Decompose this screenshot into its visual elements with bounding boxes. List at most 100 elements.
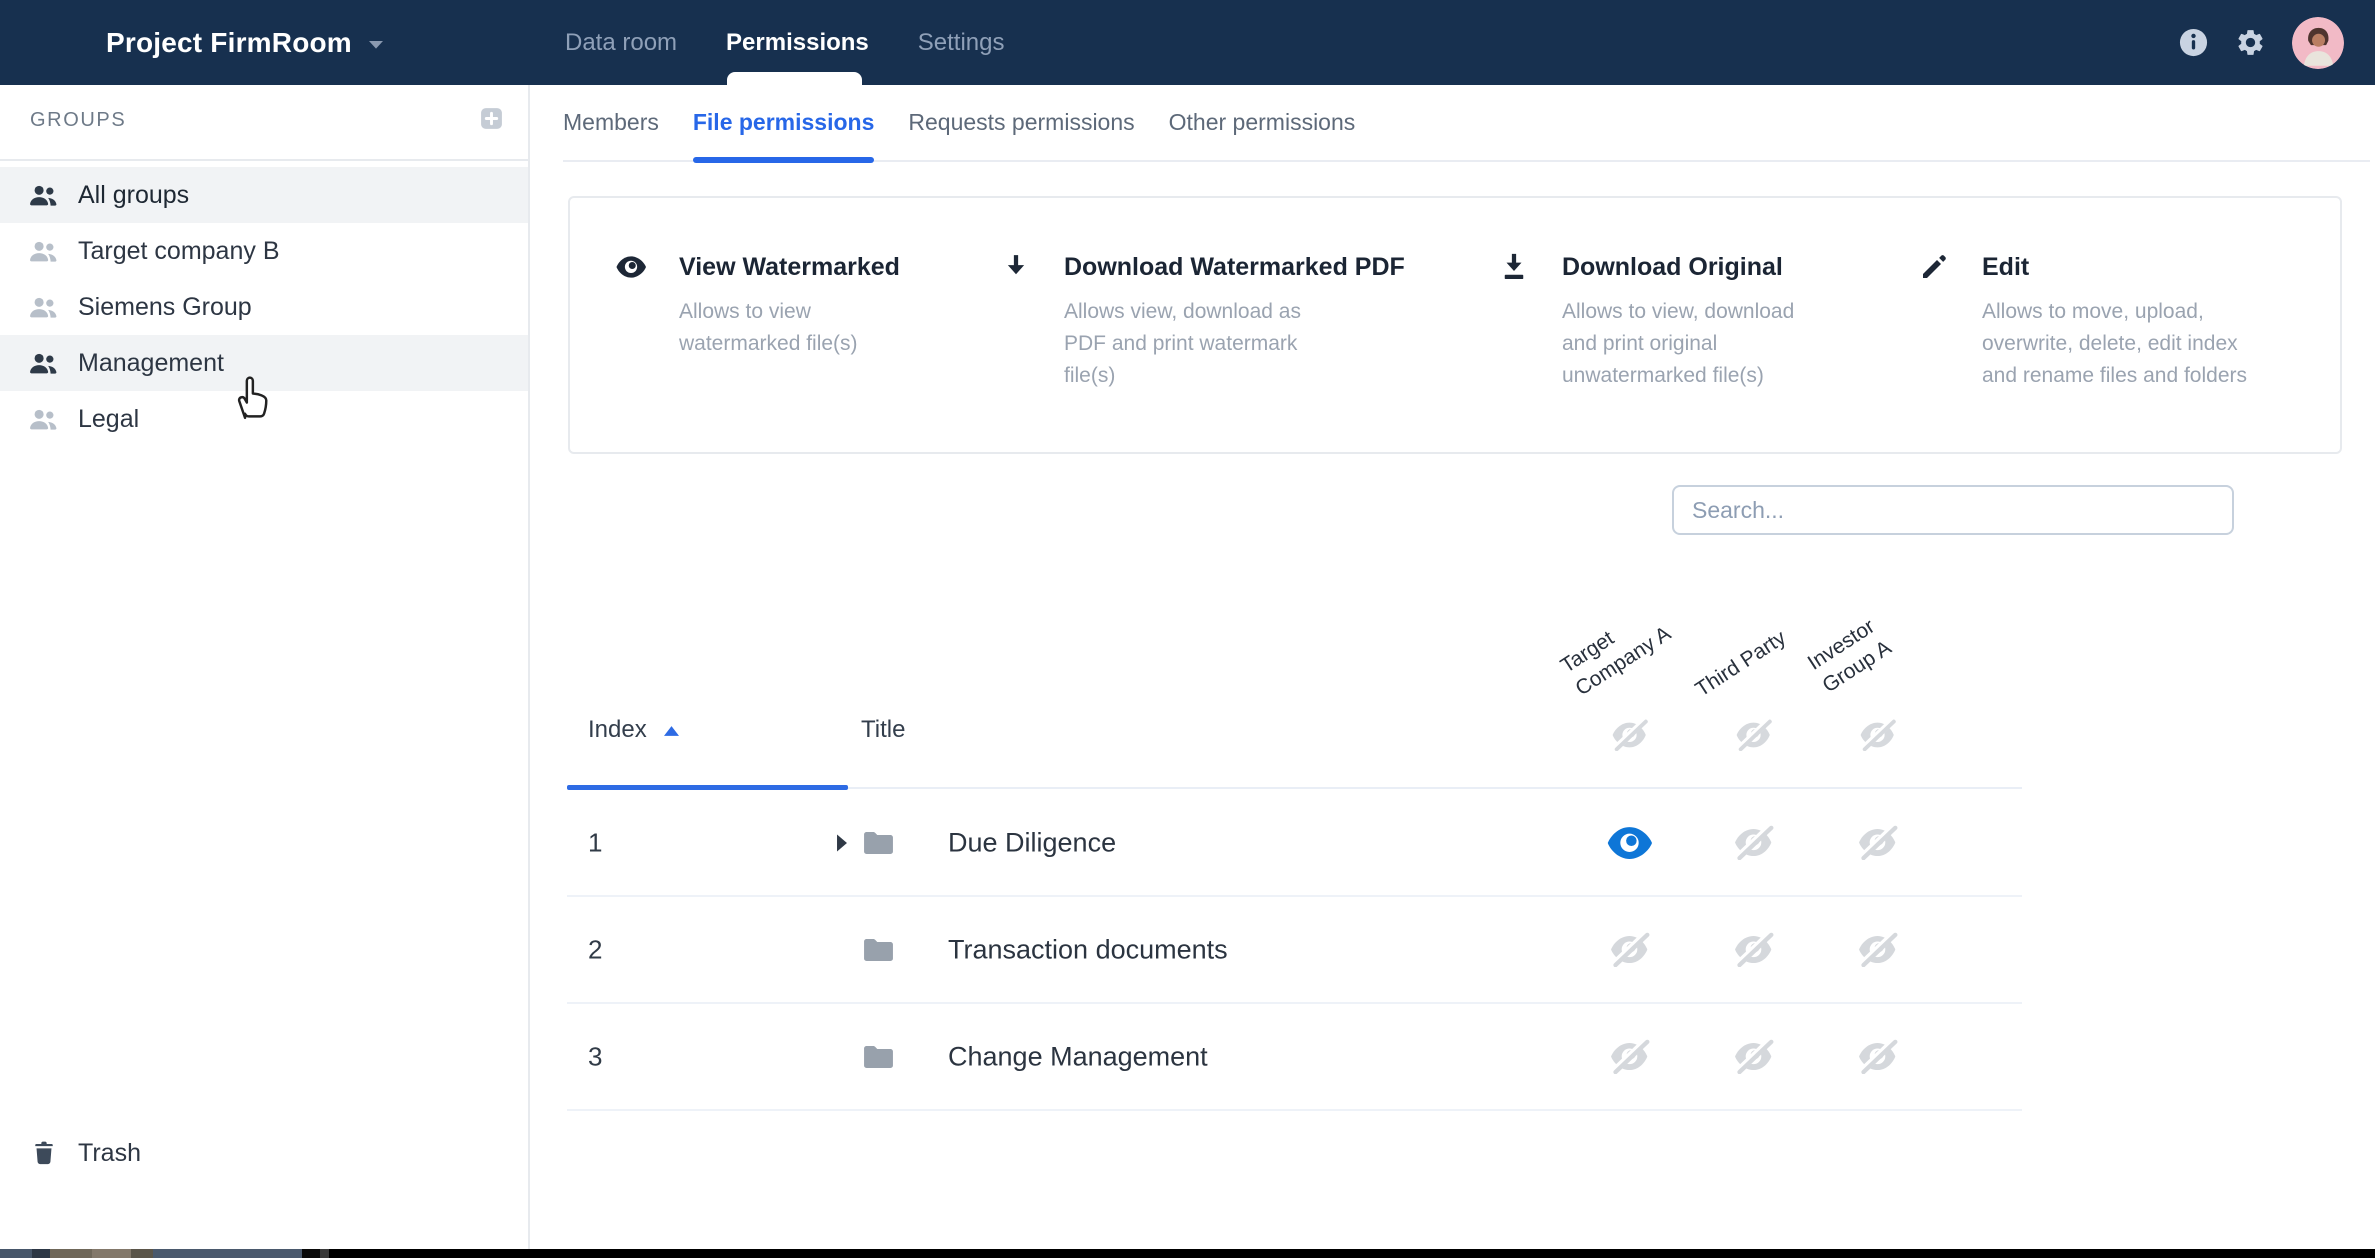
legend-title: Download Watermarked PDF <box>1064 250 1405 284</box>
topbar: Project FirmRoom Data room Permissions S… <box>0 0 2375 85</box>
tab-settings[interactable]: Settings <box>918 29 1005 57</box>
tab-data-room[interactable]: Data room <box>565 29 677 57</box>
people-icon <box>28 294 59 320</box>
legend-download-original: Download Original Allows to view, downlo… <box>1499 250 1919 452</box>
legend-description: Allows to view, download and print origi… <box>1562 296 1820 392</box>
sidebar-item-management[interactable]: Management <box>0 335 528 391</box>
add-group-button[interactable] <box>479 106 504 131</box>
search-input[interactable] <box>1672 485 2234 535</box>
row-index: 3 <box>588 1041 602 1072</box>
group-label: Siemens Group <box>78 293 252 322</box>
subtab-other-permissions[interactable]: Other permissions <box>1169 84 1356 161</box>
trash-icon <box>30 1138 58 1168</box>
group-label: Target company B <box>78 237 280 266</box>
folder-icon <box>862 1043 895 1071</box>
avatar[interactable] <box>2292 17 2344 69</box>
info-icon[interactable] <box>2178 27 2209 58</box>
permission-toggle-hidden[interactable] <box>1691 790 1815 895</box>
bottom-window-edge <box>0 1249 2375 1258</box>
legend-description: Allows to move, upload, overwrite, delet… <box>1982 296 2276 392</box>
eye-off-icon <box>1732 1039 1775 1074</box>
subtab-requests-permissions[interactable]: Requests permissions <box>908 84 1134 161</box>
permission-toggle-hidden[interactable] <box>1691 897 1815 1002</box>
topbar-actions <box>2178 0 2344 85</box>
eye-off-icon <box>1856 1039 1899 1074</box>
sidebar: GROUPS All groups Target company B Sieme… <box>0 85 530 1249</box>
table-row: 2 Transaction documents <box>567 897 2022 1004</box>
chevron-down-icon <box>369 40 383 49</box>
people-icon <box>28 406 59 432</box>
sidebar-item-all-groups[interactable]: All groups <box>0 167 528 223</box>
legend-description: Allows to view watermarked file(s) <box>679 296 897 360</box>
subtab-members[interactable]: Members <box>563 84 659 161</box>
app-window: Project FirmRoom Data room Permissions S… <box>0 0 2375 1258</box>
permission-toggle-view[interactable] <box>1567 790 1691 895</box>
table-row: 1 Due Diligence <box>567 790 2022 897</box>
header-divider <box>848 787 2022 789</box>
eye-off-icon <box>1732 932 1775 967</box>
groups-header: GROUPS <box>0 85 528 161</box>
group-column-investor-group-a: Investor Group A <box>1803 612 1897 699</box>
eye-off-icon <box>1856 932 1899 967</box>
groups-section-label: GROUPS <box>30 109 126 132</box>
eye-off-icon <box>1608 1039 1651 1074</box>
row-index: 1 <box>588 827 602 858</box>
pencil-icon <box>1919 252 1949 282</box>
project-title: Project FirmRoom <box>106 27 352 59</box>
search-box <box>1672 485 2234 535</box>
legend-title: View Watermarked <box>679 250 900 284</box>
eye-icon <box>616 252 646 282</box>
permission-toggle-hidden[interactable] <box>1815 790 1939 895</box>
folder-icon <box>862 936 895 964</box>
trash-label: Trash <box>78 1139 141 1168</box>
download-arrow-icon <box>1001 252 1031 282</box>
people-icon <box>28 350 59 376</box>
expand-caret-icon[interactable] <box>836 834 848 851</box>
eye-off-icon <box>1732 825 1775 860</box>
eye-off-icon <box>1608 932 1651 967</box>
permission-toggle-hidden[interactable] <box>1567 897 1691 1002</box>
avatar-image <box>2292 17 2344 69</box>
row-title[interactable]: Transaction documents <box>948 934 1228 965</box>
sort-ascending-icon <box>664 726 679 736</box>
gear-icon[interactable] <box>2235 27 2266 58</box>
folder-icon <box>862 829 895 857</box>
file-permissions-table: Index Title 1 Due Diligence 2 Transactio… <box>567 690 2022 1111</box>
sidebar-item-siemens-group[interactable]: Siemens Group <box>0 279 528 335</box>
row-title[interactable]: Change Management <box>948 1041 1208 1072</box>
eye-view-icon <box>1607 826 1652 860</box>
legend-edit: Edit Allows to move, upload, overwrite, … <box>1919 250 2344 452</box>
sidebar-item-target-company-b[interactable]: Target company B <box>0 223 528 279</box>
permission-toggle-hidden[interactable] <box>1567 1004 1691 1109</box>
permission-toggle-hidden[interactable] <box>1815 1004 1939 1109</box>
row-index: 2 <box>588 934 602 965</box>
people-icon <box>28 238 59 264</box>
permissions-subtabs: Members File permissions Requests permis… <box>563 85 2370 162</box>
group-list: All groups Target company B Siemens Grou… <box>0 167 528 447</box>
table-header: Index Title <box>567 690 2022 790</box>
legend-title: Download Original <box>1562 250 1820 284</box>
sidebar-item-trash[interactable]: Trash <box>0 1125 528 1181</box>
sidebar-item-legal[interactable]: Legal <box>0 391 528 447</box>
subtab-file-permissions[interactable]: File permissions <box>693 84 875 161</box>
index-header-label: Index <box>588 716 647 744</box>
permission-toggle-hidden[interactable] <box>1815 897 1939 1002</box>
project-switcher[interactable]: Project FirmRoom <box>106 0 383 85</box>
permission-toggle-hidden[interactable] <box>1691 1004 1815 1109</box>
permissions-legend-card: View Watermarked Allows to view watermar… <box>568 196 2342 454</box>
people-icon <box>28 182 59 208</box>
column-header-title[interactable]: Title <box>861 716 905 744</box>
legend-title: Edit <box>1982 250 2276 284</box>
eye-off-icon <box>1856 825 1899 860</box>
legend-download-watermarked-pdf: Download Watermarked PDF Allows view, do… <box>1001 250 1499 452</box>
group-label: Management <box>78 349 224 378</box>
download-tray-icon <box>1499 252 1529 282</box>
tab-permissions[interactable]: Permissions <box>726 29 869 57</box>
legend-description: Allows view, download as PDF and print w… <box>1064 296 1328 392</box>
group-label: All groups <box>78 181 189 210</box>
group-label: Legal <box>78 405 139 434</box>
column-header-index[interactable]: Index <box>588 716 679 744</box>
row-title[interactable]: Due Diligence <box>948 827 1116 858</box>
group-column-target-company-a: Target Company A <box>1556 598 1676 702</box>
legend-view-watermarked: View Watermarked Allows to view watermar… <box>616 250 1001 452</box>
